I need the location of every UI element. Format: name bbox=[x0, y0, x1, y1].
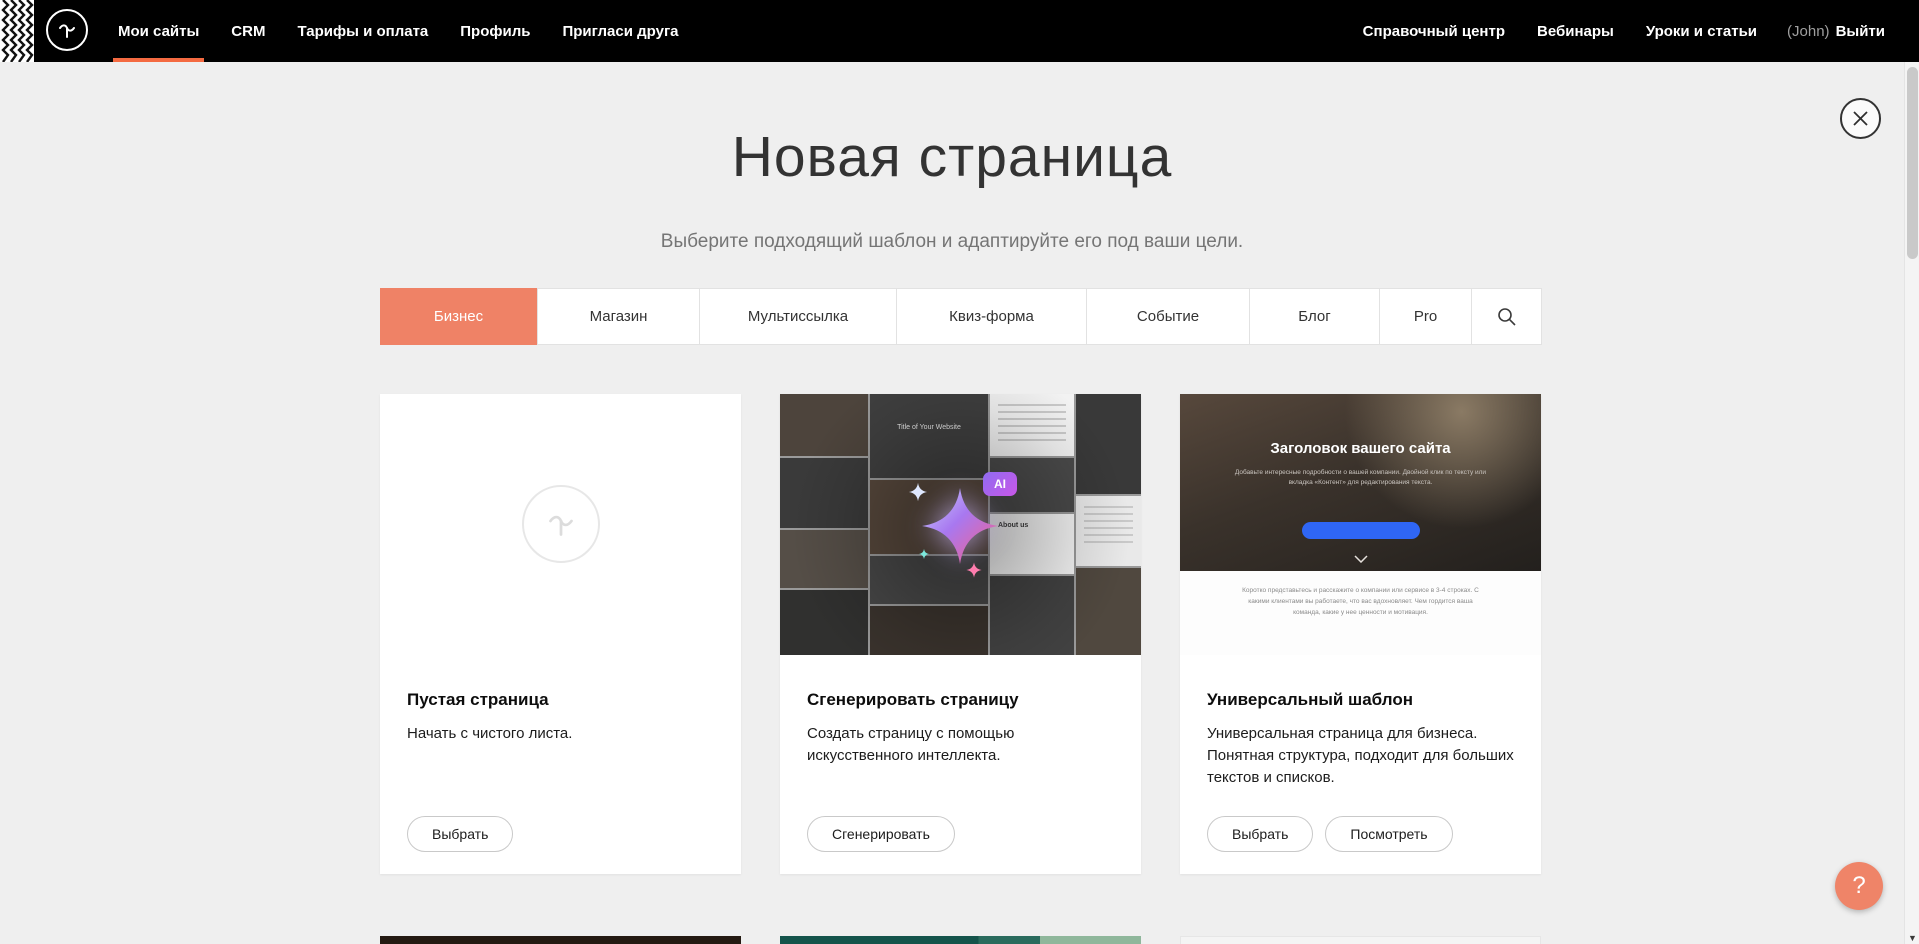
scrollbar-thumb[interactable] bbox=[1907, 67, 1918, 259]
tab-quiz-form[interactable]: Квиз-форма bbox=[896, 288, 1086, 345]
card-blank-page: Пустая страница Начать с чистого листа. … bbox=[380, 394, 741, 874]
template-preview-partial[interactable] bbox=[780, 936, 1141, 944]
card-description: Начать с чистого листа. bbox=[407, 723, 714, 745]
page-title: Новая страница bbox=[0, 124, 1904, 190]
user-name: (John) bbox=[1787, 23, 1830, 40]
template-picker-screen: Мои сайты CRM Тарифы и оплата Профиль Пр… bbox=[0, 0, 1919, 944]
universal-template-preview[interactable]: Заголовок вашего сайта Добавьте интересн… bbox=[1180, 394, 1541, 655]
zigzag-pattern-decoration bbox=[0, 0, 34, 62]
tab-event[interactable]: Событие bbox=[1086, 288, 1249, 345]
collage-tile bbox=[780, 458, 868, 528]
card-description: Универсальная страница для бизнеса. Поня… bbox=[1207, 723, 1514, 788]
card-title: Универсальный шаблон bbox=[1207, 690, 1514, 710]
card-title: Сгенерировать страницу bbox=[807, 690, 1114, 710]
logout-link[interactable]: (John) Выйти bbox=[1773, 0, 1899, 62]
nav-item-invite-friend[interactable]: Пригласи друга bbox=[546, 0, 694, 62]
template-hero: Заголовок вашего сайта Добавьте интересн… bbox=[1180, 394, 1541, 571]
template-cards-grid: Пустая страница Начать с чистого листа. … bbox=[380, 394, 1542, 874]
nav-item-webinars[interactable]: Вебинары bbox=[1521, 0, 1630, 62]
tab-blog[interactable]: Блог bbox=[1249, 288, 1379, 345]
close-button[interactable] bbox=[1840, 98, 1881, 139]
card-title: Пустая страница bbox=[407, 690, 714, 710]
generate-button[interactable]: Сгенерировать bbox=[807, 816, 955, 852]
tab-pro[interactable]: Pro bbox=[1379, 288, 1471, 345]
tilda-watermark bbox=[522, 485, 600, 563]
tab-search[interactable] bbox=[1471, 288, 1542, 345]
blank-page-preview[interactable] bbox=[380, 394, 741, 655]
template-preview-partial[interactable] bbox=[380, 936, 741, 944]
template-preview-partial[interactable] bbox=[1180, 936, 1541, 944]
template-hero-text: Добавьте интересные подробности о вашей … bbox=[1227, 468, 1494, 489]
tab-store[interactable]: Магазин bbox=[537, 288, 699, 345]
top-navbar: Мои сайты CRM Тарифы и оплата Профиль Пр… bbox=[0, 0, 1919, 62]
collage-tile-doc bbox=[990, 394, 1074, 456]
collage-tile bbox=[1076, 568, 1141, 655]
secondary-navigation: Справочный центр Вебинары Уроки и статьи… bbox=[1347, 0, 1919, 62]
collage-tile bbox=[780, 590, 868, 655]
collage-tile bbox=[1076, 394, 1141, 494]
template-hero-title: Заголовок вашего сайта bbox=[1180, 440, 1541, 457]
ai-generate-preview[interactable]: Title of Your Website About us bbox=[780, 394, 1141, 655]
tilda-logo[interactable] bbox=[46, 9, 88, 51]
tilda-watermark-icon bbox=[543, 506, 579, 542]
card-actions: Сгенерировать bbox=[807, 816, 955, 852]
main-navigation: Мои сайты CRM Тарифы и оплата Профиль Пр… bbox=[102, 0, 695, 62]
view-template-button[interactable]: Посмотреть bbox=[1325, 816, 1452, 852]
template-intro-text: Коротко представьтесь и расскажите о ком… bbox=[1234, 585, 1487, 618]
collage-tile bbox=[780, 394, 868, 456]
page-subtitle: Выберите подходящий шаблон и адаптируйте… bbox=[0, 231, 1904, 253]
nav-item-profile[interactable]: Профиль bbox=[444, 0, 546, 62]
help-icon: ? bbox=[1852, 872, 1865, 900]
help-button[interactable]: ? bbox=[1835, 862, 1883, 910]
tilda-logo-icon bbox=[55, 18, 79, 42]
chevron-down-icon bbox=[1180, 550, 1541, 568]
card-ai-generate: Title of Your Website About us bbox=[780, 394, 1141, 874]
card-actions: Выбрать bbox=[407, 816, 513, 852]
vertical-scrollbar[interactable]: ▼ bbox=[1904, 62, 1919, 944]
select-template-button[interactable]: Выбрать bbox=[1207, 816, 1313, 852]
select-blank-button[interactable]: Выбрать bbox=[407, 816, 513, 852]
template-hero-button bbox=[1302, 522, 1420, 539]
nav-item-help-center[interactable]: Справочный центр bbox=[1347, 0, 1521, 62]
card-body: Универсальный шаблон Универсальная стран… bbox=[1207, 690, 1514, 788]
template-intro-section: Коротко представьтесь и расскажите о ком… bbox=[1180, 571, 1541, 655]
card-universal-template: Заголовок вашего сайта Добавьте интересн… bbox=[1180, 394, 1541, 874]
tab-business[interactable]: Бизнес bbox=[380, 288, 537, 345]
nav-item-pricing[interactable]: Тарифы и оплата bbox=[281, 0, 444, 62]
collage-tile bbox=[870, 606, 988, 655]
card-description: Создать страницу с помощью искусственног… bbox=[807, 723, 1114, 767]
nav-item-my-sites[interactable]: Мои сайты bbox=[102, 0, 215, 62]
next-template-row bbox=[380, 936, 1542, 944]
card-body: Сгенерировать страницу Создать страницу … bbox=[807, 690, 1114, 767]
nav-item-crm[interactable]: CRM bbox=[215, 0, 281, 62]
collage-tile bbox=[780, 530, 868, 588]
close-icon bbox=[1852, 110, 1869, 127]
card-body: Пустая страница Начать с чистого листа. bbox=[407, 690, 714, 745]
ai-badge: AI bbox=[983, 472, 1017, 496]
collage-tile-doc bbox=[1076, 496, 1141, 566]
logout-label: Выйти bbox=[1836, 23, 1885, 40]
text-lines-decoration bbox=[998, 404, 1066, 442]
collage-site-title: Title of Your Website bbox=[870, 424, 988, 431]
text-lines-decoration bbox=[1084, 506, 1133, 544]
nav-item-lessons[interactable]: Уроки и статьи bbox=[1630, 0, 1773, 62]
template-category-tabs: Бизнес Магазин Мультиссылка Квиз-форма С… bbox=[380, 288, 1542, 345]
scrollbar-down-arrow[interactable]: ▼ bbox=[1905, 933, 1919, 943]
tab-link-in-bio[interactable]: Мультиссылка bbox=[699, 288, 896, 345]
card-actions: Выбрать Посмотреть bbox=[1207, 816, 1453, 852]
search-icon bbox=[1497, 307, 1517, 327]
